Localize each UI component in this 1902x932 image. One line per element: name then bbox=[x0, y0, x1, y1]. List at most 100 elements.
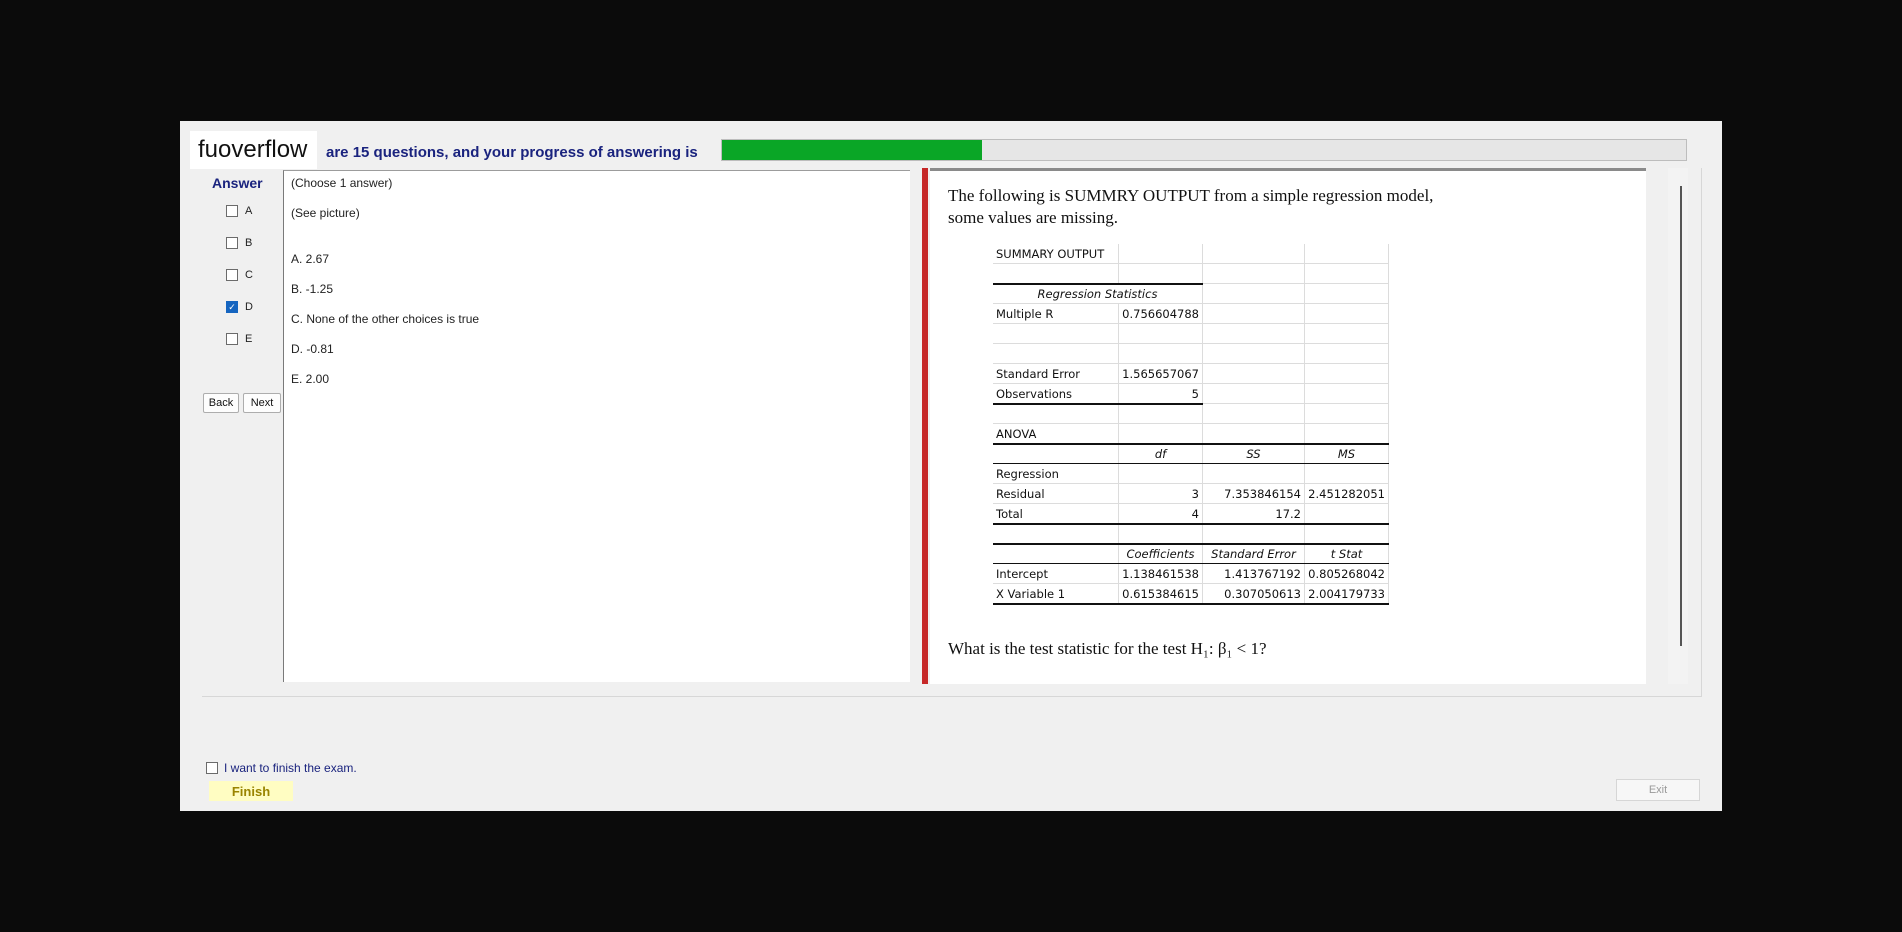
answer-option-label: C bbox=[245, 269, 253, 281]
coef-header-standard-error: Standard Error bbox=[1203, 544, 1305, 564]
table-rule bbox=[993, 283, 1203, 285]
finish-exam-label: I want to finish the exam. bbox=[224, 761, 357, 775]
choice-e: E. 2.00 bbox=[291, 372, 330, 386]
finish-exam-checkbox[interactable] bbox=[206, 762, 218, 774]
summary-title: SUMMARY OUTPUT bbox=[993, 244, 1119, 264]
coef-t: 2.004179733 bbox=[1305, 584, 1389, 604]
picture-intro-text: The following is SUMMRY OUTPUT from a si… bbox=[948, 186, 1434, 227]
table-cell bbox=[1119, 344, 1203, 364]
answer-option-label: E bbox=[245, 333, 253, 345]
anova-ss: 7.353846154 bbox=[1203, 484, 1305, 504]
coef-se: 0.307050613 bbox=[1203, 584, 1305, 604]
coef-t: 0.805268042 bbox=[1305, 564, 1389, 584]
table-cell bbox=[1305, 364, 1389, 384]
anova-row-label: Residual bbox=[993, 484, 1119, 504]
checkbox-e[interactable] bbox=[226, 333, 238, 345]
anova-ms bbox=[1305, 504, 1389, 524]
table-rule bbox=[993, 543, 1389, 545]
summary-output-table: SUMMARY OUTPUT Regression Statistics Mul… bbox=[993, 244, 1389, 614]
picture-question-text: What is the test statistic for the test … bbox=[948, 639, 1267, 658]
answer-option-label: A bbox=[245, 205, 253, 217]
answer-option-c[interactable]: C bbox=[226, 267, 253, 283]
answer-option-b[interactable]: B bbox=[226, 235, 252, 251]
table-cell bbox=[1119, 264, 1203, 284]
question-picture: The following is SUMMRY OUTPUT from a si… bbox=[930, 168, 1646, 684]
table-cell bbox=[993, 404, 1119, 424]
anova-row-label: Regression bbox=[993, 464, 1119, 484]
table-cell bbox=[1203, 344, 1305, 364]
question-panel: (Choose 1 answer) (See picture) A. 2.67 … bbox=[283, 170, 910, 682]
answer-option-label: D bbox=[245, 301, 253, 313]
checkbox-c[interactable] bbox=[226, 269, 238, 281]
coef-row-label: X Variable 1 bbox=[993, 584, 1119, 604]
anova-df bbox=[1119, 464, 1203, 484]
observations-label: Observations bbox=[993, 384, 1119, 404]
anova-header-df: df bbox=[1119, 444, 1203, 464]
anova-ss bbox=[1203, 464, 1305, 484]
progress-label: are 15 questions, and your progress of a… bbox=[326, 144, 698, 161]
coef-value: 0.615384615 bbox=[1119, 584, 1203, 604]
table-cell bbox=[1119, 244, 1203, 264]
table-cell bbox=[1305, 524, 1389, 544]
choice-b: B. -1.25 bbox=[291, 282, 334, 296]
observations-value: 5 bbox=[1119, 384, 1203, 404]
answer-heading: Answer bbox=[212, 175, 263, 191]
finish-exam-checkbox-row[interactable]: I want to finish the exam. bbox=[206, 761, 357, 775]
table-cell bbox=[1203, 404, 1305, 424]
table-cell bbox=[1203, 424, 1305, 444]
checkbox-b[interactable] bbox=[226, 237, 238, 249]
table-rule bbox=[993, 463, 1389, 464]
multiple-r-label: Multiple R bbox=[993, 304, 1119, 324]
table-cell bbox=[1305, 424, 1389, 444]
panel-splitter[interactable] bbox=[922, 168, 928, 684]
table-cell bbox=[1203, 244, 1305, 264]
anova-ss: 17.2 bbox=[1203, 504, 1305, 524]
answer-option-d[interactable]: ✓ D bbox=[226, 299, 253, 315]
table-rule bbox=[993, 563, 1389, 564]
anova-row-label: Total bbox=[993, 504, 1119, 524]
checkbox-d[interactable]: ✓ bbox=[226, 301, 238, 313]
next-button[interactable]: Next bbox=[243, 393, 281, 413]
answer-option-label: B bbox=[245, 237, 253, 249]
anova-label: ANOVA bbox=[993, 424, 1119, 444]
progress-bar bbox=[721, 139, 1687, 161]
answer-option-e[interactable]: E bbox=[226, 331, 252, 347]
progress-bar-fill bbox=[722, 140, 983, 160]
anova-ms: 2.451282051 bbox=[1305, 484, 1389, 504]
table-cell bbox=[993, 324, 1119, 344]
choice-d: D. -0.81 bbox=[291, 342, 334, 356]
anova-header-ms: MS bbox=[1305, 444, 1389, 464]
picture-scrollbar[interactable] bbox=[1668, 168, 1688, 684]
content-frame-border bbox=[1701, 168, 1702, 697]
picture-scrollbar-thumb[interactable] bbox=[1680, 186, 1682, 646]
choice-a: A. 2.67 bbox=[291, 252, 330, 266]
table-cell bbox=[1119, 524, 1203, 544]
table-rule bbox=[993, 523, 1389, 525]
checkmark-icon: ✓ bbox=[228, 301, 236, 312]
anova-df: 3 bbox=[1119, 484, 1203, 504]
standard-error-label: Standard Error bbox=[993, 364, 1119, 384]
table-cell bbox=[1305, 324, 1389, 344]
coef-header-t-stat: t Stat bbox=[1305, 544, 1389, 564]
table-cell bbox=[1203, 284, 1305, 304]
table-cell bbox=[1203, 264, 1305, 284]
content-frame-border bbox=[202, 696, 1702, 697]
table-cell bbox=[1203, 384, 1305, 404]
table-rule bbox=[993, 403, 1203, 405]
regression-statistics-header: Regression Statistics bbox=[993, 284, 1203, 304]
question-prompt: (See picture) bbox=[291, 206, 360, 220]
finish-button[interactable]: Finish bbox=[209, 781, 293, 801]
table-cell bbox=[1305, 264, 1389, 284]
answer-option-a[interactable]: A bbox=[226, 203, 252, 219]
choice-c: C. None of the other choices is true bbox=[291, 312, 480, 326]
back-button[interactable]: Back bbox=[203, 393, 239, 413]
exit-button[interactable]: Exit bbox=[1616, 779, 1700, 801]
table-cell bbox=[993, 344, 1119, 364]
multiple-r-value: 0.756604788 bbox=[1119, 304, 1203, 324]
checkbox-a[interactable] bbox=[226, 205, 238, 217]
table-cell bbox=[1203, 364, 1305, 384]
table-rule bbox=[993, 603, 1389, 605]
table-cell bbox=[1119, 424, 1203, 444]
table-cell bbox=[993, 524, 1119, 544]
question-instruction: (Choose 1 answer) bbox=[291, 176, 393, 190]
